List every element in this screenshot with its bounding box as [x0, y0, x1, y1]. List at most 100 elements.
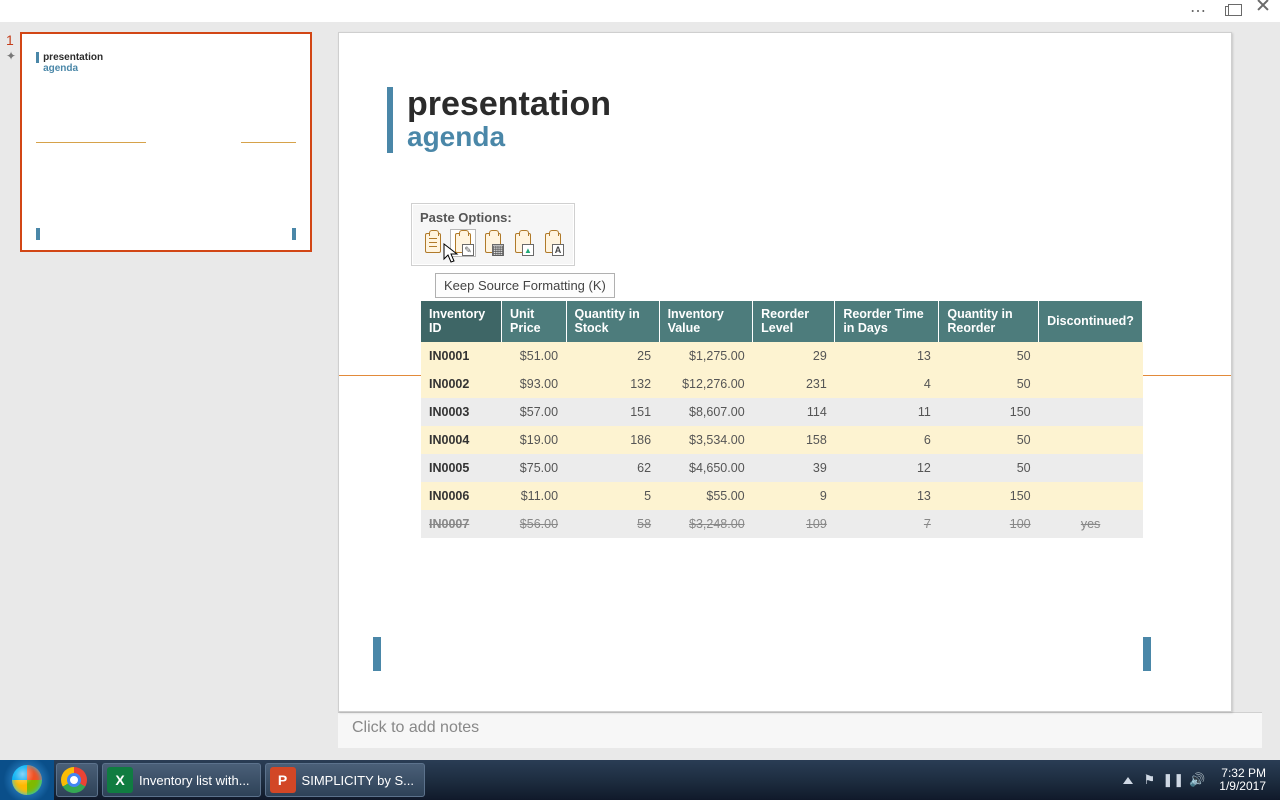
table-header: Quantity in Stock	[566, 301, 659, 342]
table-row[interactable]: IN0001$51.0025$1,275.00291350	[421, 342, 1143, 370]
table-cell: 50	[939, 426, 1039, 454]
table-cell: 6	[835, 426, 939, 454]
slide-thumbnail-1[interactable]: presentation agenda	[20, 32, 312, 252]
taskbar-chrome[interactable]	[56, 763, 98, 797]
table-header: Quantity in Reorder	[939, 301, 1039, 342]
paste-embed[interactable]: ▦	[480, 229, 506, 257]
slide-title: presentation	[407, 87, 1183, 123]
table-cell: 13	[835, 482, 939, 510]
table-header: Unit Price	[502, 301, 567, 342]
table-cell: 186	[566, 426, 659, 454]
table-cell: 25	[566, 342, 659, 370]
ribbon-options-icon[interactable]: ⋯	[1188, 2, 1210, 20]
table-row[interactable]: IN0007$56.0058$3,248.001097100yes	[421, 510, 1143, 538]
table-cell: 109	[753, 510, 835, 538]
slide-thumbnail-rail: 1 ✦ presentation agenda	[0, 22, 328, 760]
table-cell: IN0002	[421, 370, 502, 398]
slide-number: 1	[6, 32, 16, 48]
table-cell	[1039, 342, 1143, 370]
table-header: Inventory ID	[421, 301, 502, 342]
table-header: Reorder Time in Days	[835, 301, 939, 342]
title-placeholder[interactable]: presentation agenda	[387, 87, 1183, 153]
table-cell: IN0005	[421, 454, 502, 482]
table-cell	[1039, 426, 1143, 454]
table-cell: $11.00	[502, 482, 567, 510]
thumb-subtitle: agenda	[36, 63, 296, 74]
table-cell: 39	[753, 454, 835, 482]
excel-icon: X	[107, 767, 133, 793]
taskbar-excel[interactable]: X Inventory list with...	[102, 763, 261, 797]
table-row[interactable]: IN0003$57.00151$8,607.0011411150	[421, 398, 1143, 426]
table-cell: $57.00	[502, 398, 567, 426]
paste-keep-source-formatting[interactable]: ✎	[450, 229, 476, 257]
table-cell: 150	[939, 398, 1039, 426]
taskbar-powerpoint[interactable]: P SIMPLICITY by S...	[265, 763, 425, 797]
tray-volume-icon[interactable]: 🔊	[1189, 772, 1205, 788]
table-row[interactable]: IN0005$75.0062$4,650.00391250	[421, 454, 1143, 482]
paste-text-only[interactable]: A	[540, 229, 566, 257]
table-row[interactable]: IN0006$11.005$55.00913150	[421, 482, 1143, 510]
table-header: Discontinued?	[1039, 301, 1143, 342]
windows-logo-icon	[12, 765, 42, 795]
slide-subtitle: agenda	[407, 121, 1183, 153]
clock-date: 1/9/2017	[1219, 780, 1266, 793]
restore-window-button[interactable]	[1220, 2, 1242, 20]
inventory-table[interactable]: Inventory IDUnit PriceQuantity in StockI…	[421, 301, 1143, 538]
paste-options-label: Paste Options:	[420, 210, 566, 225]
slide-canvas[interactable]: presentation agenda Paste Options: ✎ ▦ ▲…	[338, 32, 1232, 712]
tray-overflow-icon[interactable]	[1123, 777, 1133, 784]
table-cell: 13	[835, 342, 939, 370]
table-cell: 150	[939, 482, 1039, 510]
tray-flag-icon[interactable]: ⚑	[1141, 772, 1157, 788]
table-cell: 50	[939, 454, 1039, 482]
table-cell	[1039, 482, 1143, 510]
table-cell: 12	[835, 454, 939, 482]
table-cell: $56.00	[502, 510, 567, 538]
thumb-title: presentation	[36, 52, 296, 63]
editor-workspace: 1 ✦ presentation agenda presentation age…	[0, 22, 1280, 760]
notes-pane[interactable]: Click to add notes	[338, 712, 1262, 748]
start-button[interactable]	[0, 760, 54, 800]
taskbar-clock[interactable]: 7:32 PM 1/9/2017	[1213, 767, 1272, 793]
notes-placeholder: Click to add notes	[352, 719, 479, 736]
slide-canvas-area: presentation agenda Paste Options: ✎ ▦ ▲…	[328, 22, 1280, 760]
paste-option-tooltip: Keep Source Formatting (K)	[435, 273, 615, 298]
table-header: Inventory Value	[659, 301, 753, 342]
table-cell: 58	[566, 510, 659, 538]
taskbar-excel-label: Inventory list with...	[139, 773, 250, 788]
paste-options-popover: Paste Options: ✎ ▦ ▲ A	[411, 203, 575, 266]
table-cell: 158	[753, 426, 835, 454]
paste-as-picture[interactable]: ▲	[510, 229, 536, 257]
table-cell: 114	[753, 398, 835, 426]
table-cell: $75.00	[502, 454, 567, 482]
table-row[interactable]: IN0002$93.00132$12,276.00231450	[421, 370, 1143, 398]
accent-bar-right	[1143, 637, 1151, 671]
table-cell: 29	[753, 342, 835, 370]
table-cell: IN0001	[421, 342, 502, 370]
table-row[interactable]: IN0004$19.00186$3,534.00158650	[421, 426, 1143, 454]
table-cell: 231	[753, 370, 835, 398]
taskbar-ppt-label: SIMPLICITY by S...	[302, 773, 414, 788]
table-cell: IN0007	[421, 510, 502, 538]
table-header-row: Inventory IDUnit PriceQuantity in StockI…	[421, 301, 1143, 342]
table-cell	[1039, 398, 1143, 426]
table-cell: 4	[835, 370, 939, 398]
table-cell: $51.00	[502, 342, 567, 370]
table-cell: yes	[1039, 510, 1143, 538]
table-cell: $19.00	[502, 426, 567, 454]
paste-use-destination-theme[interactable]	[420, 229, 446, 257]
table-cell: IN0003	[421, 398, 502, 426]
table-cell: 11	[835, 398, 939, 426]
table-cell: 100	[939, 510, 1039, 538]
table-cell: $3,248.00	[659, 510, 753, 538]
chrome-icon	[61, 767, 87, 793]
tray-network-icon[interactable]: ❚❚	[1165, 772, 1181, 788]
powerpoint-icon: P	[270, 767, 296, 793]
accent-bar-left	[373, 637, 381, 671]
animation-star-icon: ✦	[6, 50, 16, 62]
table-cell: $12,276.00	[659, 370, 753, 398]
close-window-button[interactable]	[1252, 2, 1274, 20]
table-cell: 7	[835, 510, 939, 538]
table-cell: 50	[939, 342, 1039, 370]
table-cell: $3,534.00	[659, 426, 753, 454]
